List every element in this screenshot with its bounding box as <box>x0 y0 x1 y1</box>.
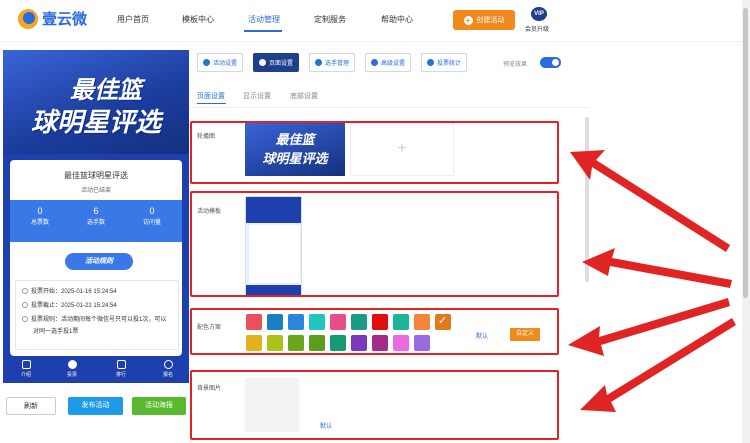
preview-tab-bar: 介绍 投票 排行 报名 <box>3 357 189 383</box>
clock-icon <box>22 288 28 294</box>
nav-item-templates[interactable]: 模板中心 <box>182 14 214 25</box>
vip-upgrade-label[interactable]: 会员升级 <box>525 24 549 33</box>
nav-item-help[interactable]: 帮助中心 <box>381 14 413 25</box>
sliders-icon <box>371 59 378 66</box>
tool-label: 投票统计 <box>437 61 462 67</box>
preview-tab-signup[interactable]: 报名 <box>153 360 183 378</box>
subtab-active-underline <box>197 103 226 104</box>
subtab-page-settings[interactable]: 页面设置 <box>197 91 225 101</box>
publish-activity-button[interactable]: 发布活动 <box>68 397 123 415</box>
vip-badge-icon[interactable]: VIP <box>531 7 547 21</box>
arrow-to-colors <box>568 298 730 356</box>
phone-preview: 最佳篮 球明星评选 最佳篮球明星评选 活动已结束 0 总票数 6 选手数 0 访… <box>3 50 189 383</box>
vote-rule-row: 投票规则：活动期间每个微信号只可以投1次，可以 <box>22 315 166 325</box>
page-icon <box>259 59 266 66</box>
preview-tab-label: 报名 <box>162 372 173 378</box>
create-activity-label: 创建活动 <box>476 17 505 24</box>
preview-toggle-label: 预览效果 <box>503 62 528 68</box>
tab-activity-settings[interactable]: 活动设置 <box>197 53 244 72</box>
annotation-arrows <box>568 150 736 412</box>
stat-visits: 0 访问量 <box>124 206 180 226</box>
nav-active-underline <box>244 30 282 32</box>
logo-icon <box>18 8 38 29</box>
bar-chart-icon <box>427 59 434 66</box>
gear-icon <box>203 59 210 66</box>
stat-label: 选手数 <box>86 220 105 226</box>
arrow-to-carousel <box>570 150 730 252</box>
preview-tab-label: 排行 <box>115 372 126 378</box>
vote-icon <box>67 360 77 369</box>
stat-value: 6 <box>93 206 99 216</box>
nav-item-activity[interactable]: 活动管理 <box>248 14 280 25</box>
banner-title-line1: 最佳篮 <box>70 77 142 104</box>
nav-item-home[interactable]: 用户首页 <box>117 14 149 25</box>
app-logo[interactable]: 壹云微 <box>18 8 87 29</box>
annotation-box-background <box>190 370 559 440</box>
preview-tab-label: 投票 <box>66 372 77 378</box>
preview-effect-toggle[interactable] <box>540 57 561 68</box>
tool-label: 活动设置 <box>213 61 238 67</box>
info-icon <box>22 316 28 322</box>
arrow-to-background <box>580 318 736 412</box>
top-nav-bar: 壹云微 用户首页 模板中心 活动管理 定制服务 帮助中心 + 创建活动 VIP … <box>0 0 742 42</box>
tab-advanced-settings[interactable]: 高级设置 <box>365 53 412 72</box>
stat-contestants: 6 选手数 <box>68 206 124 226</box>
stat-total-votes: 0 总票数 <box>12 206 68 226</box>
nav-item-custom[interactable]: 定制服务 <box>314 14 346 25</box>
preview-tab-label: 介绍 <box>20 372 31 378</box>
vote-end-row: 投票截止：2025-01-22 15:24:54 <box>22 301 117 311</box>
clock-icon <box>22 302 28 308</box>
preview-tab-rank[interactable]: 排行 <box>106 360 136 378</box>
annotation-box-colors <box>190 308 559 355</box>
annotation-box-template <box>190 191 559 297</box>
vote-rule-row-2: 对同一选手投1票 <box>33 327 78 337</box>
users-icon <box>315 59 322 66</box>
activity-poster-button[interactable]: 活动海报 <box>132 397 186 415</box>
tool-label: 选手管理 <box>325 61 350 67</box>
subtab-divider <box>189 107 589 108</box>
ranking-icon <box>116 360 126 369</box>
vote-start-row: 投票开始：2025-01-16 15:24:54 <box>22 287 117 297</box>
preview-vote-info: 投票开始：2025-01-16 15:24:54 投票截止：2025-01-22… <box>15 280 179 350</box>
tab-page-settings[interactable]: 页面设置 <box>253 53 300 72</box>
app-name: 壹云微 <box>42 11 88 28</box>
preview-activity-title: 最佳篮球明星评选 <box>64 171 128 180</box>
subtab-display-settings[interactable]: 显示设置 <box>243 91 271 101</box>
user-icon <box>163 360 173 369</box>
tab-contestant-management[interactable]: 选手管理 <box>309 53 356 72</box>
stat-value: 0 <box>149 206 155 216</box>
stat-label: 总票数 <box>30 220 49 226</box>
subtab-bottom-settings[interactable]: 底部设置 <box>290 91 318 101</box>
activity-rules-pill[interactable]: 活动规则 <box>65 253 133 270</box>
refresh-button[interactable]: 刷新 <box>6 397 56 415</box>
banner-title-line2: 球明星评选 <box>30 107 161 137</box>
vote-start-text: 投票开始：2025-01-16 15:24:54 <box>31 289 117 295</box>
vote-rule-text-2: 对同一选手投1票 <box>33 329 79 335</box>
tool-label: 页面设置 <box>269 61 294 67</box>
plus-icon: + <box>463 15 473 25</box>
preview-stats-bar: 0 总票数 6 选手数 0 访问量 <box>10 200 182 242</box>
create-activity-button[interactable]: + 创建活动 <box>453 10 515 30</box>
stat-value: 0 <box>37 206 43 216</box>
preview-banner: 最佳篮 球明星评选 <box>3 50 189 154</box>
tab-vote-statistics[interactable]: 投票统计 <box>421 53 468 72</box>
annotation-box-carousel <box>190 121 559 184</box>
vote-rule-text: 投票规则：活动期间每个微信号只可以投1次，可以 <box>31 317 167 323</box>
preview-activity-status: 活动已结束 <box>80 188 111 194</box>
stat-label: 访问量 <box>142 220 161 226</box>
document-icon <box>21 360 31 369</box>
arrow-to-template <box>582 248 732 288</box>
page-scrollbar-thumb[interactable] <box>743 8 748 298</box>
preview-tab-intro[interactable]: 介绍 <box>11 360 41 378</box>
preview-tab-vote[interactable]: 投票 <box>57 360 87 378</box>
vote-end-text: 投票截止：2025-01-22 15:24:54 <box>31 303 117 309</box>
tool-label: 高级设置 <box>381 61 406 67</box>
